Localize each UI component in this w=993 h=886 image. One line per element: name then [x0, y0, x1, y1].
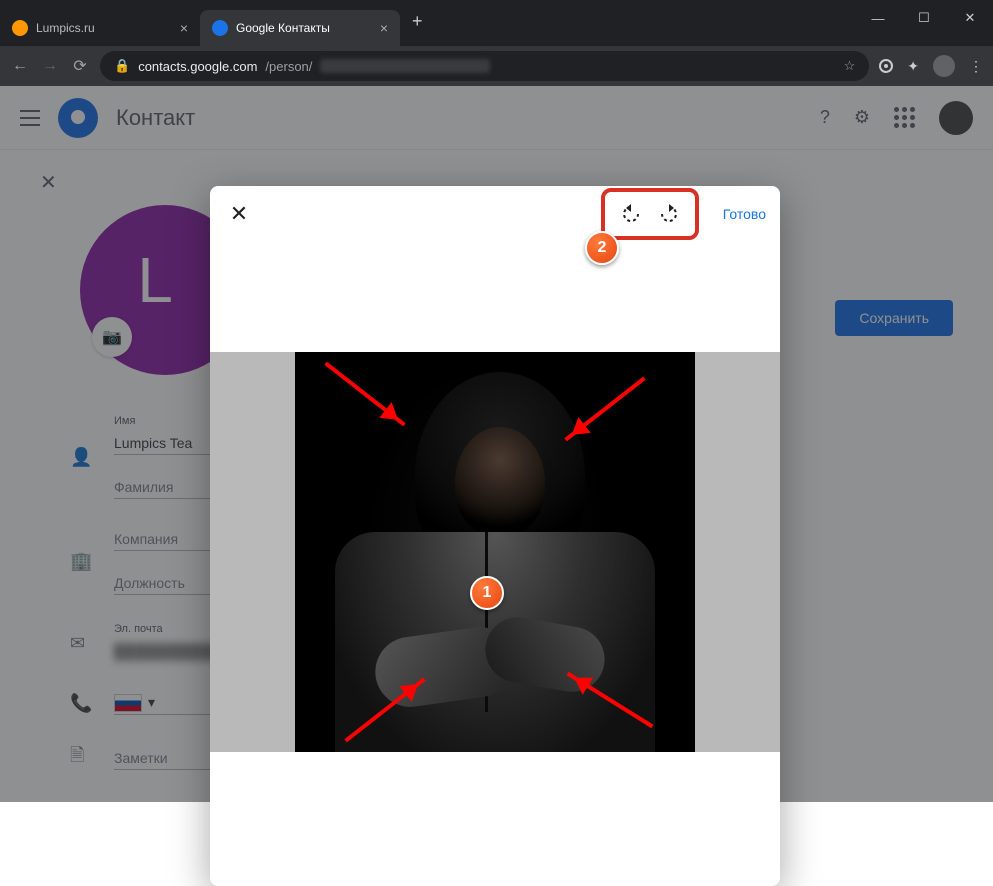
annotation-badge-1: 1: [470, 576, 504, 610]
dialog-header: ✕ Готово: [210, 186, 780, 242]
crop-selection[interactable]: [295, 352, 695, 752]
address-bar[interactable]: 🔒 contacts.google.com/person/ ☆: [100, 51, 869, 81]
crop-photo-dialog: ✕ Готово: [210, 186, 780, 886]
crop-stage[interactable]: [210, 352, 780, 752]
annotation-arrow: [324, 362, 405, 427]
favicon-contacts: [212, 20, 228, 36]
url-host: contacts.google.com: [138, 59, 257, 74]
rotate-right-button[interactable]: [651, 196, 687, 232]
annotation-badge-2: 2: [585, 231, 619, 265]
tab-close-icon[interactable]: ×: [380, 20, 388, 36]
window-minimize[interactable]: —: [855, 0, 901, 36]
media-indicator-icon[interactable]: [879, 59, 893, 73]
browser-tab-strip: Lumpics.ru × Google Контакты × + — ☐ ✕: [0, 0, 993, 46]
favicon-lumpics: [12, 20, 28, 36]
tab-title: Google Контакты: [236, 21, 330, 35]
browser-toolbar: ← → ⟳ 🔒 contacts.google.com/person/ ☆ ✦ …: [0, 46, 993, 86]
browser-menu-icon[interactable]: ⋮: [969, 58, 983, 75]
nav-forward-icon[interactable]: →: [40, 57, 60, 75]
lock-icon: 🔒: [114, 58, 130, 74]
bookmark-star-icon[interactable]: ☆: [844, 58, 856, 74]
tab-close-icon[interactable]: ×: [180, 20, 188, 36]
toolbar-right: ✦ ⋮: [879, 55, 983, 77]
window-controls: — ☐ ✕: [855, 0, 993, 36]
extensions-icon[interactable]: ✦: [907, 58, 919, 75]
done-button[interactable]: Готово: [723, 206, 766, 222]
browser-tab-lumpics[interactable]: Lumpics.ru ×: [0, 10, 200, 46]
rotate-left-icon: [619, 202, 643, 226]
rotate-right-icon: [657, 202, 681, 226]
profile-avatar-icon[interactable]: [933, 55, 955, 77]
window-maximize[interactable]: ☐: [901, 0, 947, 36]
nav-reload-icon[interactable]: ⟳: [70, 56, 90, 76]
rotate-left-button[interactable]: [613, 196, 649, 232]
window-close[interactable]: ✕: [947, 0, 993, 36]
dialog-close-icon[interactable]: ✕: [224, 201, 254, 227]
annotation-arrow: [564, 377, 645, 442]
rotate-controls-highlight: [601, 188, 699, 240]
tab-title: Lumpics.ru: [36, 21, 95, 35]
url-path: /person/: [265, 59, 312, 74]
new-tab-button[interactable]: +: [400, 11, 435, 32]
app-area: Контакт ? ⚙ ✕ L 📷 Сохранить 👤 Имя Lumpic…: [0, 86, 993, 802]
nav-back-icon[interactable]: ←: [10, 57, 30, 75]
browser-tab-contacts[interactable]: Google Контакты ×: [200, 10, 400, 46]
url-obscured: [320, 59, 490, 73]
